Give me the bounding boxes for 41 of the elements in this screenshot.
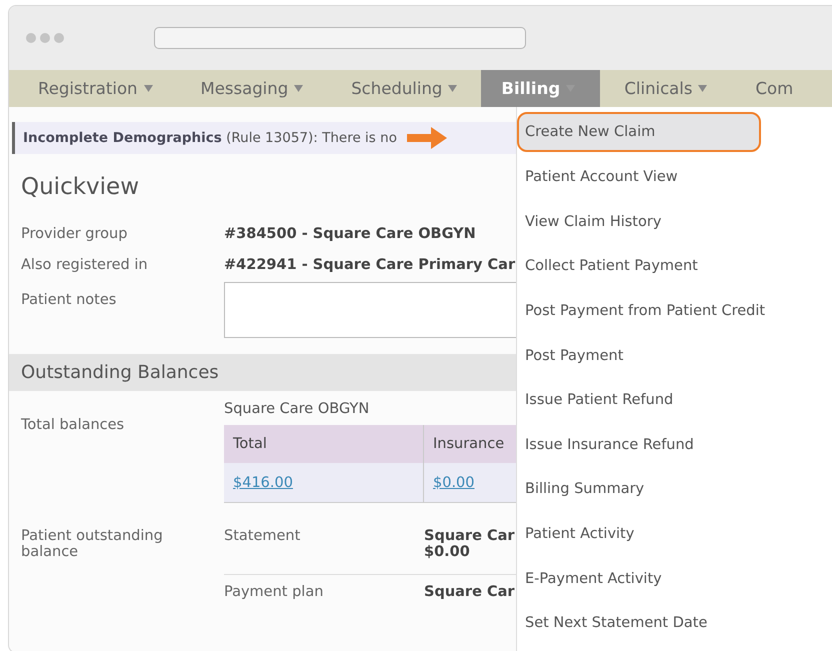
section-header: Outstanding Balances <box>9 354 516 391</box>
menu-item[interactable]: Collect Patient Payment <box>517 244 832 289</box>
menu-item[interactable]: Create New Claim <box>517 112 761 152</box>
field-value: #422941 - Square Care Primary Car <box>224 257 516 273</box>
field-label: Payment plan <box>224 584 324 600</box>
window-dot[interactable] <box>40 33 50 43</box>
page-title: Quickview <box>21 174 140 202</box>
field-label: Statement <box>224 528 302 546</box>
menu-item[interactable]: Post Payment <box>517 333 832 378</box>
window-dot[interactable] <box>54 33 64 43</box>
arrow-icon <box>406 127 447 149</box>
menu-item[interactable]: View Claim History <box>517 200 832 244</box>
window-dot[interactable] <box>26 33 36 43</box>
menu-item[interactable]: Post Payment from Patient Credit <box>517 288 832 334</box>
field-value: Square Car <box>424 584 516 600</box>
nav-tab[interactable]: Clinicals <box>600 70 732 107</box>
menu-item[interactable]: Billing Summary <box>517 467 832 512</box>
field-label: Patient outstanding balance <box>21 528 164 560</box>
column-header: Total <box>224 425 424 463</box>
menu-item[interactable]: Patient Activity <box>517 512 832 556</box>
field-value: #384500 - Square Care OBGYN <box>224 226 477 242</box>
field-label: Also registered in <box>21 257 149 273</box>
notes-field[interactable] <box>224 282 516 338</box>
nav-tab[interactable]: Messaging <box>176 70 328 107</box>
menu-item[interactable]: Patient Account View <box>517 155 832 200</box>
field-label: Patient notes <box>21 292 118 310</box>
group-name: Square Care OBGYN <box>224 401 370 417</box>
menu-item[interactable]: Issue Patient Refund <box>517 378 832 423</box>
nav-tab[interactable]: Registration <box>14 70 176 107</box>
nav-tab[interactable]: Scheduling <box>327 70 482 107</box>
menu-item[interactable]: E-Payment Activity <box>517 556 832 601</box>
address-bar[interactable] <box>154 27 526 49</box>
amount-value: $0.00 <box>424 544 471 560</box>
menu-item[interactable]: Issue Insurance Refund <box>517 422 832 468</box>
field-value: Square Car <box>424 528 516 544</box>
menu-item[interactable]: Set Next Statement Date <box>517 600 832 646</box>
field-label: Provider group <box>21 226 128 242</box>
column-header: Insurance <box>424 425 516 463</box>
field-label: Total balances <box>21 417 126 435</box>
nav-tab[interactable]: Com <box>731 70 818 107</box>
alert-text: Incomplete Demographics (Rule 13057): There is no <box>23 130 397 146</box>
